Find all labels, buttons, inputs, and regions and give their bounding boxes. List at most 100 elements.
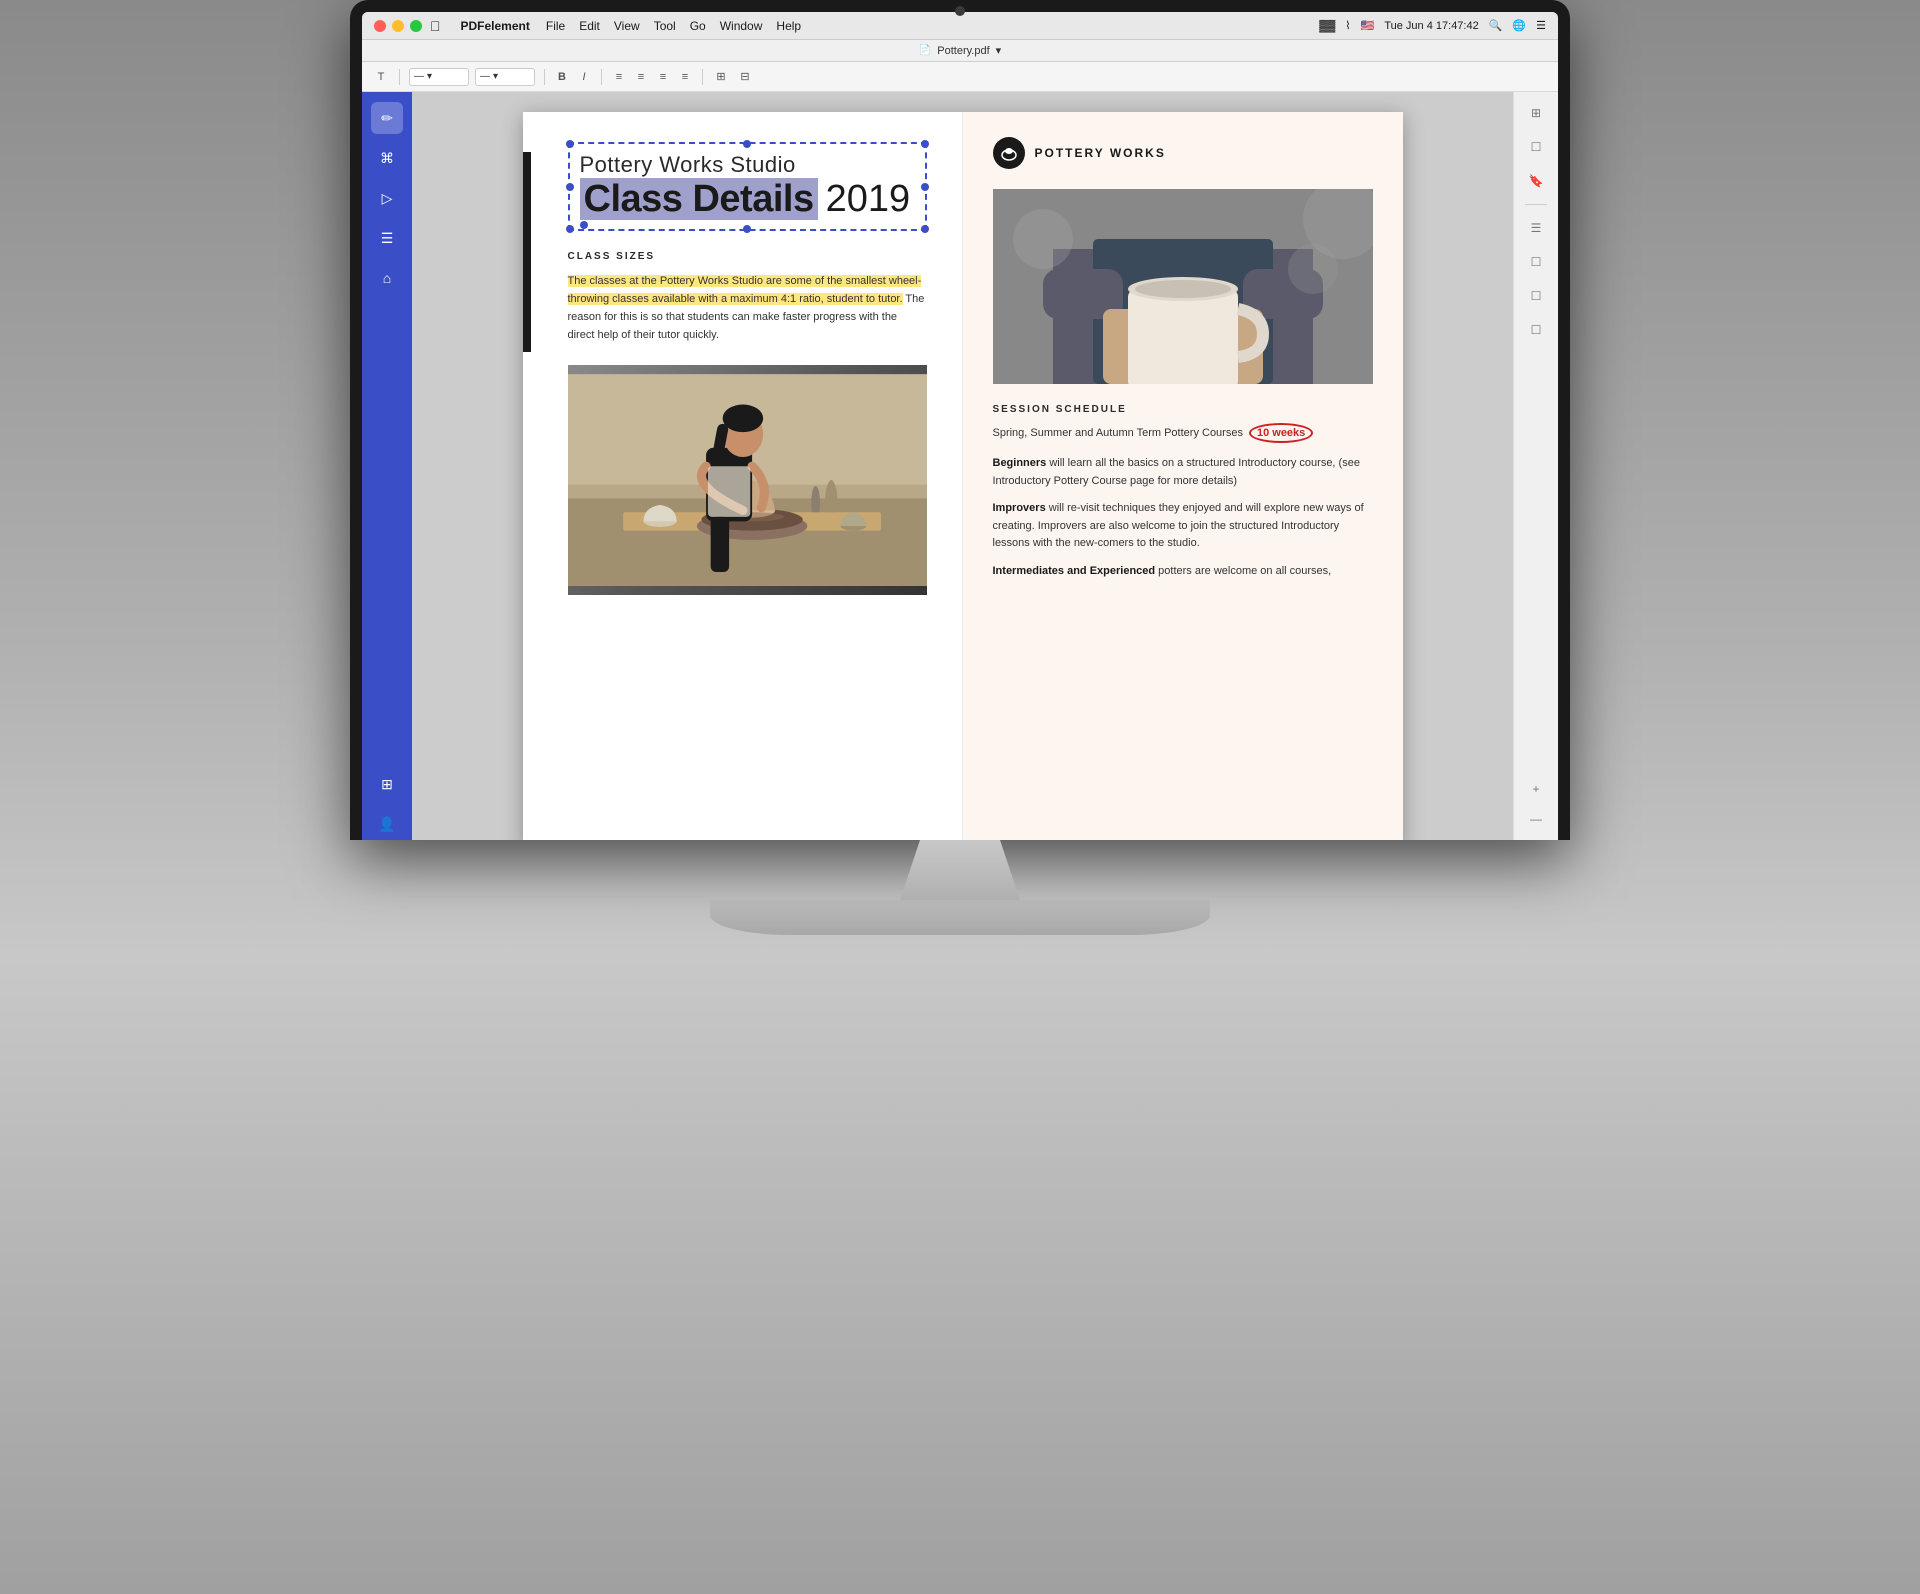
menu-view[interactable]: View <box>614 19 640 33</box>
menu-help[interactable]: Help <box>776 19 801 33</box>
sidebar-item-edit[interactable]: ✏ <box>371 102 403 134</box>
flag-icon: 🇺🇸 <box>1361 19 1375 32</box>
pdf-page: Pottery Works Studio Class Details 2019 … <box>523 112 1403 840</box>
menubar:  PDFelement File Edit View Tool Go Wind… <box>362 12 1558 40</box>
toolbar-separator <box>399 69 400 85</box>
list-icon: ☰ <box>1536 19 1546 32</box>
sidebar-item-user[interactable]: 👤 <box>371 808 403 840</box>
sidebar-item-forms[interactable]: ⌂ <box>371 262 403 294</box>
panel-doc-icon[interactable]: ☐ <box>1525 251 1547 273</box>
toolbar-separator-2 <box>544 69 545 85</box>
text-tool-icon[interactable]: T <box>372 68 390 86</box>
fullscreen-button[interactable] <box>410 20 422 32</box>
titlebar-chevron[interactable]: ▾ <box>996 44 1002 57</box>
minimize-button[interactable] <box>392 20 404 32</box>
pw-logo <box>993 137 1025 169</box>
insert-icon[interactable]: ⊟ <box>736 68 754 86</box>
table-icon[interactable]: ⊞ <box>712 68 730 86</box>
italic-button[interactable]: I <box>576 68 592 86</box>
apple-logo-icon:  <box>430 18 441 34</box>
intermediates-label: Intermediates and Experienced <box>993 565 1156 577</box>
mug-svg <box>993 189 1373 384</box>
panel-bottom: + — <box>1525 778 1547 840</box>
screen-bezel:  PDFelement File Edit View Tool Go Wind… <box>350 0 1570 840</box>
screen:  PDFelement File Edit View Tool Go Wind… <box>362 12 1558 840</box>
search-icon[interactable]: 🔍 <box>1489 19 1503 32</box>
handle-br[interactable] <box>921 225 929 233</box>
handle-bl[interactable] <box>566 225 574 233</box>
add-icon[interactable]: + <box>1525 778 1547 800</box>
panel-bookmark-icon[interactable]: 🔖 <box>1525 170 1547 192</box>
panel-grid-icon[interactable]: ⊞ <box>1525 102 1547 124</box>
stand-neck <box>860 840 1060 900</box>
titlebar: 📄 Pottery.pdf ▾ <box>362 40 1558 62</box>
traffic-lights <box>374 20 422 32</box>
session-intro: Spring, Summer and Autumn Term Pottery C… <box>993 423 1373 443</box>
improvers-text: will re-visit techniques they enjoyed an… <box>993 502 1364 549</box>
panel-divider <box>1525 204 1547 205</box>
toolbar: T — ▾ — ▾ B I ≡ ≡ ≡ <box>362 62 1558 92</box>
menubar-left:  PDFelement File Edit View Tool Go Wind… <box>430 18 801 34</box>
handle-bc[interactable] <box>743 225 751 233</box>
intermediates-text: potters are welcome on all courses, <box>1155 565 1331 577</box>
menu-tool[interactable]: Tool <box>654 19 676 33</box>
beginners-entry: Beginners will learn all the basics on a… <box>993 455 1373 490</box>
app-name-label: PDFelement <box>461 19 530 33</box>
right-panel: ⊞ ☐ 🔖 ☰ ☐ ☐ ☐ + — <box>1513 92 1558 840</box>
handle-tl[interactable] <box>566 140 574 148</box>
font-size-dropdown[interactable]: — ▾ <box>475 68 535 86</box>
subtitle-text: Pottery Works Studio <box>580 152 915 178</box>
pottery-wheel-svg <box>568 365 927 595</box>
year-text: 2019 <box>826 178 911 221</box>
datetime-label: Tue Jun 4 17:47:42 <box>1384 20 1478 32</box>
align-center-button[interactable]: ≡ <box>633 68 649 86</box>
menu-file[interactable]: File <box>546 19 565 33</box>
align-justify-button[interactable]: ≡ <box>677 68 693 86</box>
pdf-file-icon: 📄 <box>919 45 931 56</box>
pw-brand-name: POTTERY WORKS <box>1035 146 1166 160</box>
close-button[interactable] <box>374 20 386 32</box>
class-details-highlighted: Class Details <box>580 178 818 220</box>
wifi-icon: ⌇ <box>1345 19 1350 32</box>
pdf-filename: Pottery.pdf <box>937 45 989 57</box>
panel-ocr-icon[interactable]: ☐ <box>1525 319 1547 341</box>
pdf-right-page: POTTERY WORKS <box>963 112 1403 840</box>
session-heading: SESSION SCHEDULE <box>993 404 1373 415</box>
align-left-button[interactable]: ≡ <box>611 68 627 86</box>
pdf-left-page: Pottery Works Studio Class Details 2019 … <box>523 112 963 840</box>
font-family-dropdown[interactable]: — ▾ <box>409 68 469 86</box>
handle-ml[interactable] <box>566 183 574 191</box>
handle-tr[interactable] <box>921 140 929 148</box>
highlighted-body-text: The classes at the Pottery Works Studio … <box>568 275 922 305</box>
title-text-box[interactable]: Pottery Works Studio Class Details 2019 <box>568 142 927 231</box>
bold-button[interactable]: B <box>554 68 570 86</box>
improvers-label: Improvers <box>993 502 1046 514</box>
weeks-badge: 10 weeks <box>1249 423 1313 443</box>
panel-export-icon[interactable]: ☐ <box>1525 285 1547 307</box>
menu-window[interactable]: Window <box>720 19 763 33</box>
monitor-outer:  PDFelement File Edit View Tool Go Wind… <box>350 0 1570 935</box>
toolbar-separator-3 <box>601 69 602 85</box>
menubar-right: ▓▓ ⌇ 🇺🇸 Tue Jun 4 17:47:42 🔍 🌐 ☰ <box>1319 19 1546 32</box>
panel-page-icon[interactable]: ☐ <box>1525 136 1547 158</box>
sidebar-item-comment[interactable]: ⌘ <box>371 142 403 174</box>
main-title-text: Class Details <box>580 179 818 221</box>
remove-icon[interactable]: — <box>1525 808 1547 830</box>
beginners-text: will learn all the basics on a structure… <box>993 457 1360 487</box>
toolbar-separator-4 <box>702 69 703 85</box>
class-sizes-heading: CLASS SIZES <box>568 251 927 262</box>
align-right-button[interactable]: ≡ <box>655 68 671 86</box>
sidebar-item-organize[interactable]: ☰ <box>371 222 403 254</box>
sidebar-item-navigation[interactable]: ▷ <box>371 182 403 214</box>
handle-mr[interactable] <box>921 183 929 191</box>
left-sidebar: ✏ ⌘ ▷ ☰ ⌂ ⊞ 👤 <box>362 92 412 840</box>
class-sizes-body: The classes at the Pottery Works Studio … <box>568 272 927 345</box>
panel-list-icon[interactable]: ☰ <box>1525 217 1547 239</box>
menu-edit[interactable]: Edit <box>579 19 600 33</box>
sidebar-item-protect[interactable]: ⊞ <box>371 768 403 800</box>
pdf-area[interactable]: Pottery Works Studio Class Details 2019 … <box>412 92 1513 840</box>
menu-go[interactable]: Go <box>690 19 706 33</box>
improvers-entry: Improvers will re-visit techniques they … <box>993 500 1373 553</box>
globe-icon: 🌐 <box>1512 19 1526 32</box>
battery-icon: ▓▓ <box>1319 20 1335 32</box>
